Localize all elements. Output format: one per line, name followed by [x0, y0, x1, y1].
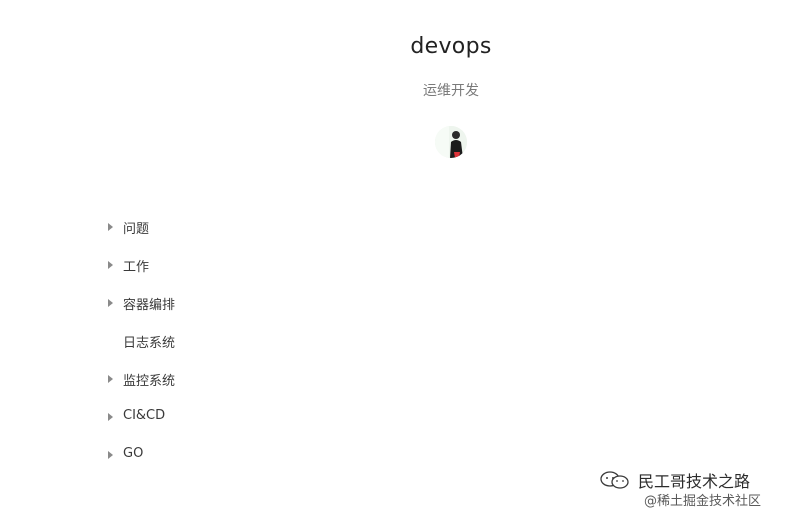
caret-right-icon[interactable]: [108, 299, 113, 307]
caret-right-icon[interactable]: [108, 413, 113, 421]
watermark-source: @稀土掘金技术社区: [644, 494, 762, 509]
nav-item-label: 问题: [123, 222, 150, 237]
caret-right-icon[interactable]: [108, 223, 113, 231]
nav-item-label: GO: [123, 446, 144, 461]
nav-item-label: 日志系统: [123, 336, 176, 351]
nav-item-label: CI&CD: [123, 408, 166, 423]
avatar-image: [435, 126, 467, 158]
caret-right-icon[interactable]: [108, 261, 113, 269]
caret-right-icon[interactable]: [108, 375, 113, 383]
nav-item-label: 监控系统: [123, 374, 176, 389]
nav-item-label: 容器编排: [123, 298, 176, 313]
wechat-icon: [600, 471, 629, 489]
watermark-author: 民工哥技术之路: [638, 472, 751, 491]
nav-item-label: 工作: [123, 260, 150, 275]
caret-right-icon[interactable]: [108, 451, 113, 459]
page-title: devops: [410, 34, 492, 59]
avatar[interactable]: [435, 126, 467, 158]
watermark: 民工哥技术之路 @稀土掘金技术社区: [598, 466, 798, 512]
page-subtitle: 运维开发: [423, 83, 479, 99]
